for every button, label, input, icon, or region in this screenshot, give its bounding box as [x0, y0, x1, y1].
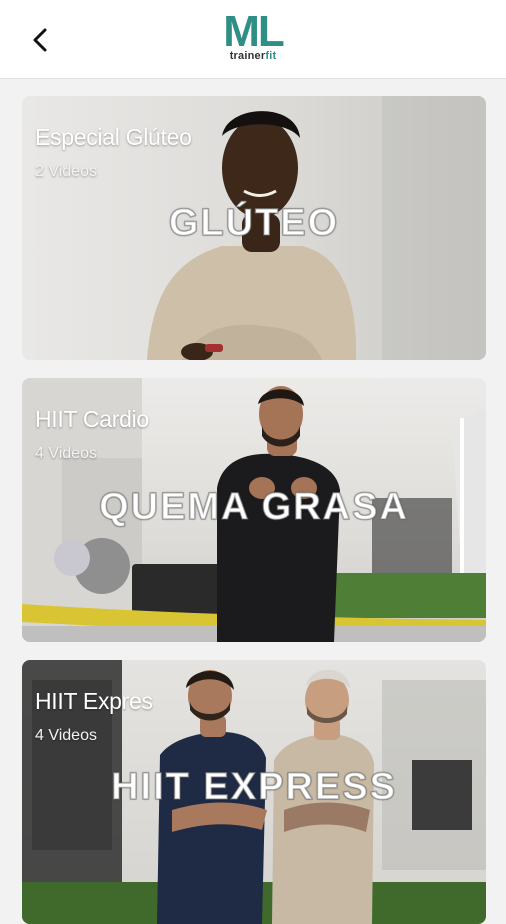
program-title: HIIT Expres [35, 688, 153, 714]
program-card-hiit-express[interactable]: HIIT Expres 4 Videos HIIT EXPRESS [22, 660, 486, 924]
program-overlay-text: GLÚTEO [168, 201, 340, 245]
logo-mark: ML [223, 7, 285, 56]
program-title: Especial Glúteo [35, 124, 192, 150]
video-count: 2 Videos [35, 163, 97, 180]
logo-sub-accent: fit [265, 50, 277, 62]
program-overlay-text: HIIT EXPRESS [110, 765, 397, 809]
logo-subtitle: trainerfit [223, 51, 283, 62]
program-overlay-text: QUEMA GRASA [98, 485, 409, 529]
app-header: ML trainerfit [0, 0, 506, 79]
video-count: 4 Videos [35, 727, 97, 744]
chevron-left-icon [33, 28, 47, 52]
back-button[interactable] [22, 22, 58, 58]
logo-sub-main: trainer [229, 50, 266, 62]
app-logo: ML trainerfit [223, 7, 285, 62]
program-card-quema-grasa[interactable]: HIIT Cardio 4 Videos QUEMA GRASA [22, 378, 486, 642]
video-count: 4 Videos [35, 445, 97, 462]
program-card-gluteo[interactable]: Especial Glúteo 2 Videos GLÚTEO [22, 96, 486, 360]
program-title: HIIT Cardio [35, 406, 149, 432]
program-list: Especial Glúteo 2 Videos GLÚTEO HIIT Car… [22, 96, 486, 924]
